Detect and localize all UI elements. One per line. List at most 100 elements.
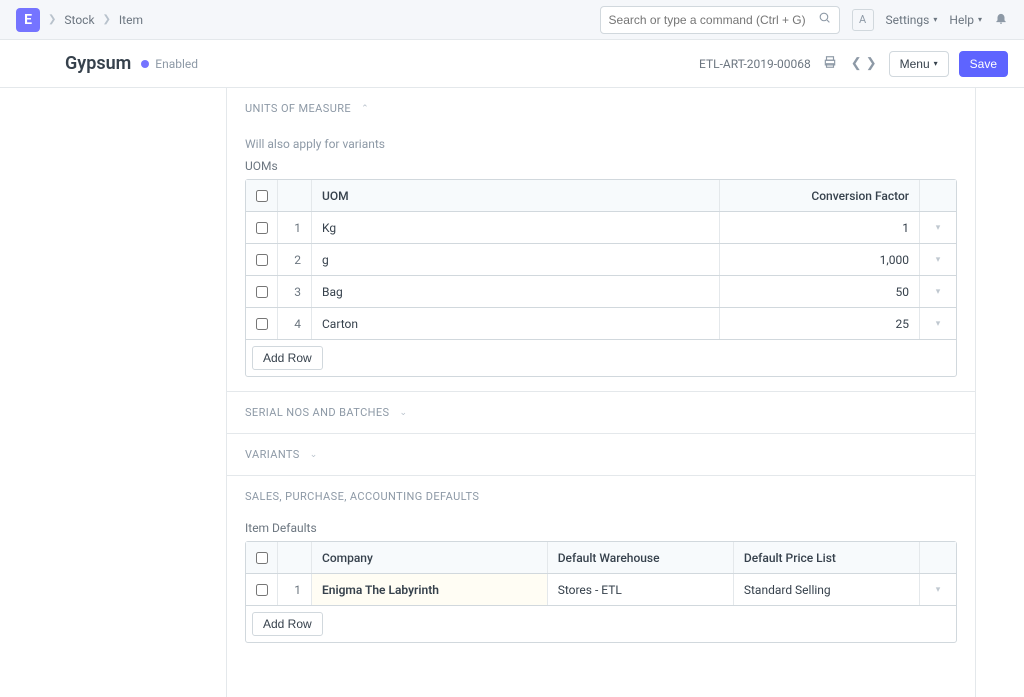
col-idx (278, 542, 312, 573)
row-uom[interactable]: g (312, 244, 720, 275)
row-uom[interactable]: Kg (312, 212, 720, 243)
section-variants: Variants ⌄ (227, 433, 975, 475)
section-units-of-measure: Units of Measure ⌃ Will also apply for v… (227, 88, 975, 391)
search-input[interactable] (609, 13, 818, 27)
row-idx: 4 (278, 308, 312, 339)
section-title: Sales, Purchase, Accounting Defaults (245, 490, 479, 503)
section-defaults: Sales, Purchase, Accounting Defaults Ite… (227, 475, 975, 657)
defaults-grid: Company Default Warehouse Default Price … (245, 541, 957, 643)
chevron-right-icon: ❯ (48, 14, 56, 25)
table-row[interactable]: 4 Carton 25 ▾ (246, 308, 956, 340)
section-title: Serial Nos and Batches (245, 406, 389, 419)
next-icon[interactable]: ❯ (864, 56, 879, 71)
section-head-defaults[interactable]: Sales, Purchase, Accounting Defaults (245, 490, 957, 503)
caret-down-icon: ▾ (978, 15, 982, 24)
page-title: Gypsum (65, 53, 131, 74)
avatar[interactable]: A (852, 9, 874, 31)
add-row-button[interactable]: Add Row (252, 612, 323, 636)
header-actions: ETL-ART-2019-00068 ❮ ❯ Menu▾ Save (699, 51, 1008, 77)
nav-right: A Settings▾ Help▾ (600, 6, 1008, 34)
col-actions (920, 180, 956, 211)
add-row-button[interactable]: Add Row (252, 346, 323, 370)
col-company: Company (312, 542, 548, 573)
status-label: Enabled (155, 57, 198, 71)
chevron-up-icon: ⌃ (361, 104, 369, 114)
menu-button[interactable]: Menu▾ (889, 51, 949, 77)
col-check (246, 180, 278, 211)
row-idx: 2 (278, 244, 312, 275)
row-menu-icon[interactable]: ▾ (920, 574, 956, 605)
row-menu-icon[interactable]: ▾ (920, 212, 956, 243)
col-actions (920, 542, 956, 573)
section-head-uom[interactable]: Units of Measure ⌃ (245, 102, 957, 115)
row-idx: 1 (278, 574, 312, 605)
row-price-list[interactable]: Standard Selling (734, 574, 920, 605)
bell-icon[interactable] (994, 11, 1008, 29)
grid-footer: Add Row (246, 606, 956, 642)
prev-icon[interactable]: ❮ (849, 56, 864, 71)
search-icon (818, 11, 831, 28)
grid-footer: Add Row (246, 340, 956, 376)
form-area: Units of Measure ⌃ Will also apply for v… (226, 88, 976, 697)
row-warehouse[interactable]: Stores - ETL (548, 574, 734, 605)
select-all-checkbox[interactable] (256, 552, 268, 564)
row-menu-icon[interactable]: ▾ (920, 308, 956, 339)
document-id: ETL-ART-2019-00068 (699, 57, 811, 71)
col-warehouse: Default Warehouse (548, 542, 734, 573)
caret-down-icon: ▾ (934, 59, 938, 68)
table-row[interactable]: 2 g 1,000 ▾ (246, 244, 956, 276)
breadcrumb-stock[interactable]: Stock (64, 13, 94, 27)
row-conv[interactable]: 1,000 (720, 244, 920, 275)
section-title: Units of Measure (245, 102, 351, 115)
print-icon[interactable] (821, 55, 839, 73)
status-indicator: Enabled (141, 57, 198, 71)
nav-left: E ❯ Stock ❯ Item (16, 8, 143, 32)
section-head-variants[interactable]: Variants ⌄ (245, 448, 957, 461)
title-group: Gypsum Enabled (65, 53, 198, 74)
row-conv[interactable]: 50 (720, 276, 920, 307)
row-checkbox[interactable] (256, 286, 268, 298)
col-check (246, 542, 278, 573)
uom-grid: UOM Conversion Factor 1 Kg 1 ▾ 2 g 1,000 (245, 179, 957, 377)
page-header: Gypsum Enabled ETL-ART-2019-00068 ❮ ❯ Me… (0, 40, 1024, 88)
row-menu-icon[interactable]: ▾ (920, 276, 956, 307)
app-logo[interactable]: E (16, 8, 40, 32)
select-all-checkbox[interactable] (256, 190, 268, 202)
row-checkbox[interactable] (256, 318, 268, 330)
row-conv[interactable]: 1 (720, 212, 920, 243)
section-title: Variants (245, 448, 300, 461)
row-idx: 1 (278, 212, 312, 243)
row-checkbox[interactable] (256, 584, 268, 596)
caret-down-icon: ▾ (933, 15, 937, 24)
row-company[interactable]: Enigma The Labyrinth (312, 574, 548, 605)
help-menu[interactable]: Help▾ (949, 13, 982, 27)
section-serial-nos: Serial Nos and Batches ⌄ (227, 391, 975, 433)
col-price-list: Default Price List (734, 542, 920, 573)
row-checkbox[interactable] (256, 254, 268, 266)
col-uom: UOM (312, 180, 720, 211)
row-idx: 3 (278, 276, 312, 307)
section-hint: Will also apply for variants (245, 137, 957, 151)
chevron-down-icon: ⌄ (399, 408, 407, 418)
table-row[interactable]: 3 Bag 50 ▾ (246, 276, 956, 308)
navbar: E ❯ Stock ❯ Item A Settings▾ Help▾ (0, 0, 1024, 40)
table-row[interactable]: 1 Enigma The Labyrinth Stores - ETL Stan… (246, 574, 956, 606)
row-menu-icon[interactable]: ▾ (920, 244, 956, 275)
chevron-down-icon: ⌄ (310, 450, 318, 460)
save-button[interactable]: Save (959, 51, 1008, 77)
col-conv: Conversion Factor (720, 180, 920, 211)
settings-menu[interactable]: Settings▾ (886, 13, 938, 27)
grid-header: UOM Conversion Factor (246, 180, 956, 212)
row-uom[interactable]: Bag (312, 276, 720, 307)
row-uom[interactable]: Carton (312, 308, 720, 339)
chevron-right-icon: ❯ (103, 14, 111, 25)
search-box[interactable] (600, 6, 840, 34)
row-checkbox[interactable] (256, 222, 268, 234)
grid-header: Company Default Warehouse Default Price … (246, 542, 956, 574)
row-conv[interactable]: 25 (720, 308, 920, 339)
breadcrumb-item[interactable]: Item (119, 13, 143, 27)
table-row[interactable]: 1 Kg 1 ▾ (246, 212, 956, 244)
section-head-serial[interactable]: Serial Nos and Batches ⌄ (245, 406, 957, 419)
left-spacer (0, 88, 226, 697)
col-idx (278, 180, 312, 211)
